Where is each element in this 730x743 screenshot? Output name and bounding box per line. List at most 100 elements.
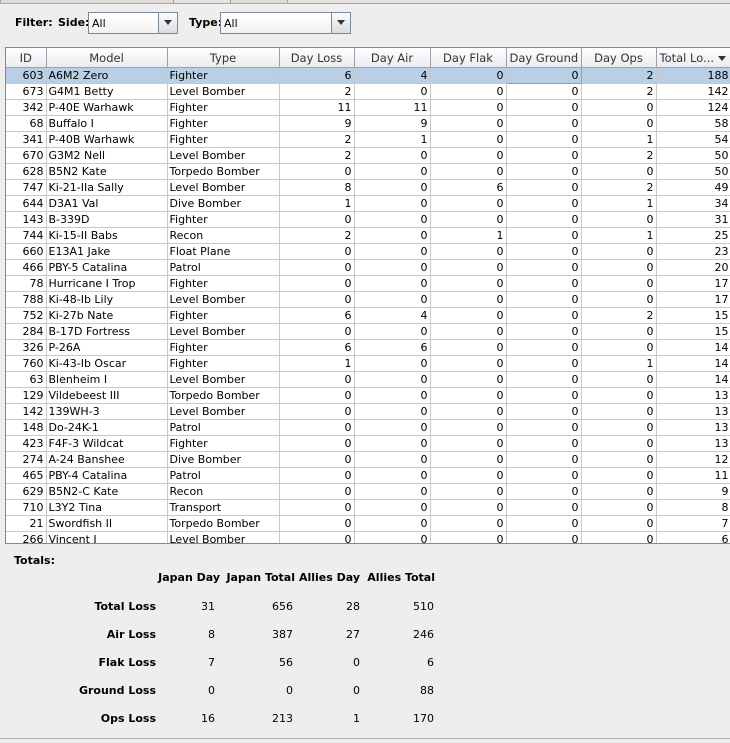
table-cell[interactable]: 0 xyxy=(506,243,582,260)
table-cell[interactable]: 0 xyxy=(354,323,431,340)
table-cell[interactable]: Do-24K-1 xyxy=(46,419,168,436)
table-cell[interactable]: 0 xyxy=(430,195,507,212)
column-header[interactable]: Day Ground xyxy=(506,48,582,68)
table-cell[interactable]: 0 xyxy=(279,291,355,308)
table-cell[interactable]: 2 xyxy=(581,67,657,84)
table-cell[interactable]: 673 xyxy=(6,83,47,100)
table-cell[interactable]: Recon xyxy=(167,483,280,500)
table-cell[interactable]: 670 xyxy=(6,147,47,164)
column-header[interactable]: Model xyxy=(46,48,168,68)
table-cell[interactable]: 0 xyxy=(354,499,431,516)
table-cell[interactable]: 129 xyxy=(6,387,47,404)
table-cell[interactable]: P-40E Warhawk xyxy=(46,99,168,116)
table-cell[interactable]: 0 xyxy=(279,259,355,276)
table-cell[interactable]: 0 xyxy=(354,195,431,212)
table-row[interactable]: 644 D3A1 Val Dive Bomber 1 0 0 0 1 34 xyxy=(6,195,730,212)
table-cell[interactable]: 11 xyxy=(354,99,431,116)
table-cell[interactable]: 78 xyxy=(6,275,47,292)
table-row[interactable]: 603 A6M2 Zero Fighter 6 4 0 0 2 188 xyxy=(6,67,730,84)
table-cell[interactable]: Fighter xyxy=(167,115,280,132)
table-cell[interactable]: 0 xyxy=(506,307,582,324)
table-cell[interactable]: 0 xyxy=(581,531,657,543)
table-cell[interactable]: Patrol xyxy=(167,467,280,484)
table-cell[interactable]: 14 xyxy=(656,371,730,388)
table-row[interactable]: 629 B5N2-C Kate Recon 0 0 0 0 0 9 xyxy=(6,483,730,500)
table-cell[interactable]: Fighter xyxy=(167,355,280,372)
table-cell[interactable]: 8 xyxy=(279,179,355,196)
table-cell[interactable]: 0 xyxy=(581,371,657,388)
table-cell[interactable]: 0 xyxy=(430,259,507,276)
table-cell[interactable]: 0 xyxy=(581,467,657,484)
table-cell[interactable]: 266 xyxy=(6,531,47,543)
table-cell[interactable]: 7 xyxy=(656,515,730,532)
table-cell[interactable]: 0 xyxy=(279,467,355,484)
table-cell[interactable]: 0 xyxy=(506,499,582,516)
table-cell[interactable]: 13 xyxy=(656,419,730,436)
table-cell[interactable]: 0 xyxy=(506,467,582,484)
table-cell[interactable]: 0 xyxy=(279,419,355,436)
table-cell[interactable]: 0 xyxy=(506,387,582,404)
table-cell[interactable]: Vildebeest III xyxy=(46,387,168,404)
table-cell[interactable]: 0 xyxy=(279,499,355,516)
table-cell[interactable]: 0 xyxy=(430,483,507,500)
table-cell[interactable]: 0 xyxy=(506,83,582,100)
table-cell[interactable]: Level Bomber xyxy=(167,403,280,420)
table-cell[interactable]: Fighter xyxy=(167,435,280,452)
table-cell[interactable]: 0 xyxy=(581,115,657,132)
column-header[interactable]: Type xyxy=(167,48,280,68)
table-row[interactable]: 423 F4F-3 Wildcat Fighter 0 0 0 0 0 13 xyxy=(6,435,730,452)
table-cell[interactable]: 0 xyxy=(354,227,431,244)
table-cell[interactable]: 0 xyxy=(279,403,355,420)
table-cell[interactable]: 0 xyxy=(354,259,431,276)
table-row[interactable]: 465 PBY-4 Catalina Patrol 0 0 0 0 0 11 xyxy=(6,467,730,484)
table-cell[interactable]: 0 xyxy=(354,355,431,372)
table-cell[interactable]: 1 xyxy=(581,227,657,244)
table-cell[interactable]: Patrol xyxy=(167,259,280,276)
table-cell[interactable]: 0 xyxy=(430,435,507,452)
table-cell[interactable]: 1 xyxy=(279,355,355,372)
table-cell[interactable]: 31 xyxy=(656,211,730,228)
type-select[interactable]: All xyxy=(220,12,351,34)
table-cell[interactable]: 6 xyxy=(279,339,355,356)
table-cell[interactable]: Recon xyxy=(167,227,280,244)
table-cell[interactable]: 660 xyxy=(6,243,47,260)
table-cell[interactable]: 0 xyxy=(581,163,657,180)
table-cell[interactable]: 0 xyxy=(279,243,355,260)
table-cell[interactable]: 17 xyxy=(656,291,730,308)
table-row[interactable]: 284 B-17D Fortress Level Bomber 0 0 0 0 0 15 xyxy=(6,323,730,340)
table-cell[interactable]: 124 xyxy=(656,99,730,116)
table-cell[interactable]: 0 xyxy=(581,211,657,228)
table-cell[interactable]: B5N2 Kate xyxy=(46,163,168,180)
table-cell[interactable]: 0 xyxy=(506,515,582,532)
table-row[interactable]: 341 P-40B Warhawk Fighter 2 1 0 0 1 54 xyxy=(6,131,730,148)
table-cell[interactable]: 34 xyxy=(656,195,730,212)
table-cell[interactable]: 49 xyxy=(656,179,730,196)
table-cell[interactable]: 710 xyxy=(6,499,47,516)
table-cell[interactable]: 13 xyxy=(656,403,730,420)
table-cell[interactable]: Level Bomber xyxy=(167,291,280,308)
table-cell[interactable]: Blenheim I xyxy=(46,371,168,388)
table-cell[interactable]: 58 xyxy=(656,115,730,132)
table-cell[interactable]: 0 xyxy=(354,419,431,436)
table-cell[interactable]: 423 xyxy=(6,435,47,452)
table-cell[interactable]: 0 xyxy=(279,163,355,180)
table-cell[interactable]: 6 xyxy=(279,307,355,324)
table-cell[interactable]: 274 xyxy=(6,451,47,468)
table-cell[interactable]: Fighter xyxy=(167,275,280,292)
table-cell[interactable]: 0 xyxy=(430,467,507,484)
table-cell[interactable]: 20 xyxy=(656,259,730,276)
table-cell[interactable]: 0 xyxy=(430,275,507,292)
table-row[interactable]: 744 Ki-15-II Babs Recon 2 0 1 0 1 25 xyxy=(6,227,730,244)
column-header[interactable]: Total Lo... xyxy=(656,48,730,68)
table-cell[interactable]: 50 xyxy=(656,147,730,164)
table-cell[interactable]: 0 xyxy=(506,451,582,468)
table-cell[interactable]: 0 xyxy=(506,227,582,244)
table-cell[interactable]: 9 xyxy=(354,115,431,132)
table-row[interactable]: 266 Vincent I Level Bomber 0 0 0 0 0 6 xyxy=(6,531,730,543)
table-cell[interactable]: 0 xyxy=(430,163,507,180)
table-row[interactable]: 660 E13A1 Jake Float Plane 0 0 0 0 0 23 xyxy=(6,243,730,260)
table-cell[interactable]: 0 xyxy=(354,147,431,164)
table-cell[interactable]: 142 xyxy=(6,403,47,420)
table-row[interactable]: 788 Ki-48-Ib Lily Level Bomber 0 0 0 0 0 17 xyxy=(6,291,730,308)
table-cell[interactable]: 0 xyxy=(279,275,355,292)
